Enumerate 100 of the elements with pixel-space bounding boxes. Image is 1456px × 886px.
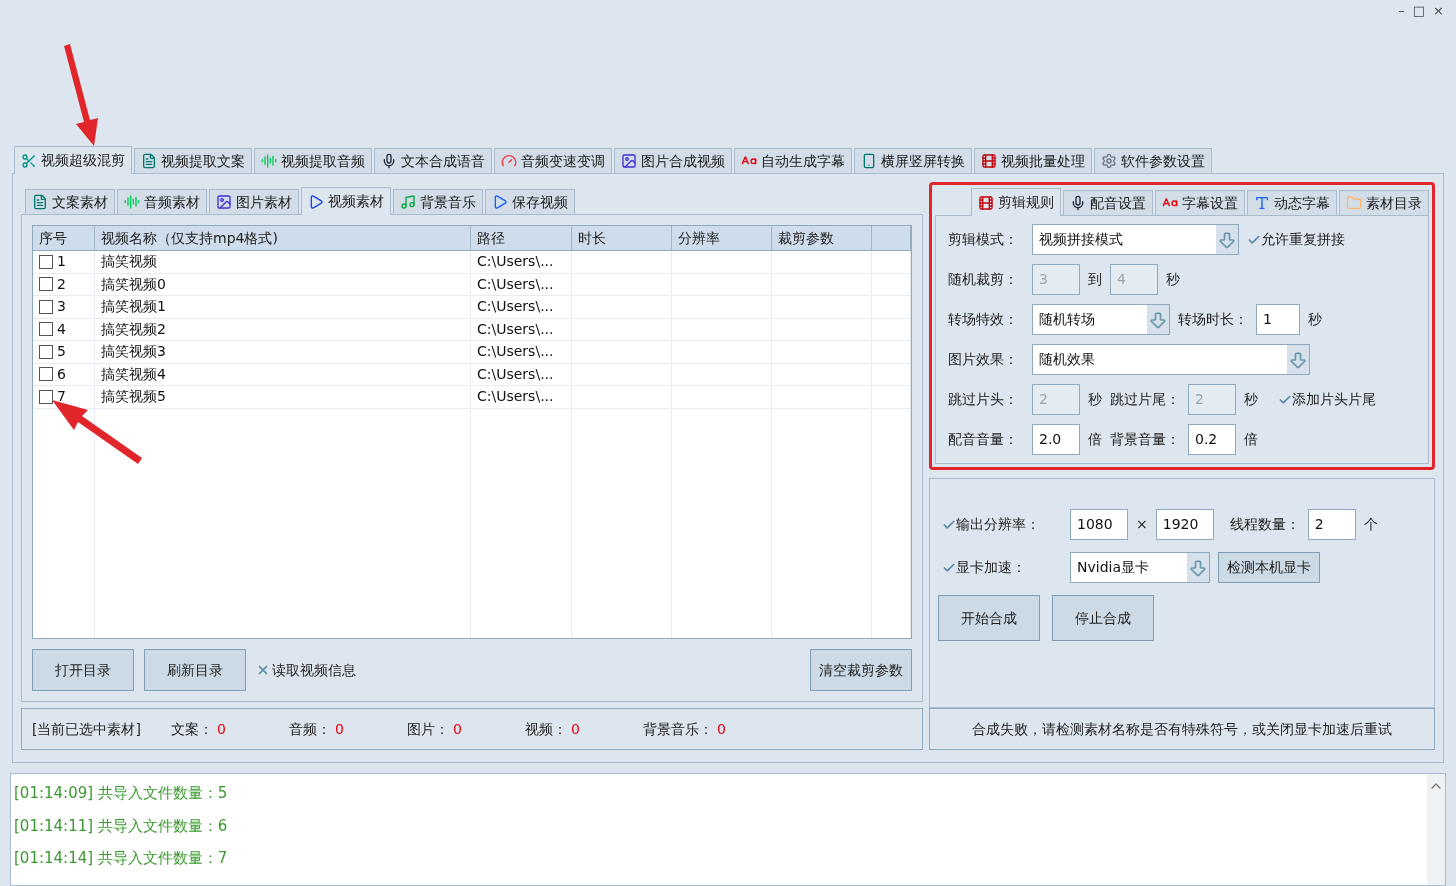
table-cell: 搞笑视频 [95, 251, 471, 273]
tab[interactable]: 动态字幕 [1247, 190, 1337, 215]
input-field[interactable]: 1 [1256, 304, 1300, 335]
button[interactable]: 停止合成 [1052, 595, 1154, 641]
tab[interactable]: 视频超级混剪 [14, 146, 132, 174]
table-cell-text: 1 [57, 252, 66, 272]
microphone-icon [381, 153, 397, 169]
table-cell-text: 7 [57, 387, 66, 407]
tab[interactable]: 字幕设置 [1155, 190, 1245, 215]
input-field[interactable]: 1080 [1070, 509, 1128, 540]
tab[interactable]: 保存视频 [485, 189, 575, 214]
window-control[interactable]: × [1433, 4, 1444, 17]
window-control[interactable]: – [1398, 4, 1405, 17]
tab[interactable]: 剪辑规则 [971, 188, 1061, 216]
row-checkbox[interactable] [39, 389, 53, 404]
log-line: [01:14:09] 共导入文件数量：5 [14, 783, 229, 804]
window-control[interactable]: □ [1412, 4, 1426, 17]
field-label: 图片效果： [948, 350, 1019, 369]
table-cell: 搞笑视频4 [95, 363, 471, 385]
tab[interactable]: 音频素材 [117, 189, 207, 214]
summary-label: [当前已选中素材] [32, 719, 141, 739]
row-checkbox[interactable] [39, 277, 53, 292]
column-header: 分辨率 [672, 226, 772, 251]
row-checkbox[interactable] [39, 344, 53, 359]
dropdown[interactable]: 随机转场 [1032, 304, 1170, 335]
field-label: 允许重复拼接 [1261, 230, 1345, 249]
tab[interactable]: 图片合成视频 [614, 148, 732, 173]
tab[interactable]: 软件参数设置 [1094, 148, 1212, 173]
image-icon [621, 153, 637, 169]
count-value: 0 [716, 719, 726, 739]
field-label: 线程数量： [1229, 515, 1300, 534]
input-field[interactable]: 2.0 [1032, 424, 1080, 455]
waveform-icon [261, 153, 277, 169]
count-label: 音频： [288, 719, 331, 739]
tab[interactable]: 自动生成字幕 [734, 148, 852, 173]
field-label: 剪辑模式： [948, 230, 1019, 249]
field-label: 显卡加速： [956, 558, 1026, 577]
button[interactable]: 开始合成 [938, 595, 1040, 641]
gauge-icon [501, 153, 517, 169]
table-cell: C:\Users\... [471, 386, 572, 408]
field-label: 输出分辨率： [956, 515, 1040, 534]
field-label: 添加片头片尾 [1292, 390, 1376, 409]
dropdown[interactable]: Nvidia显卡 [1070, 552, 1210, 583]
table-cell-text: 4 [57, 319, 66, 339]
tab[interactable]: 视频批量处理 [974, 148, 1092, 173]
input-field[interactable]: 2 [1307, 509, 1356, 540]
cross-icon[interactable] [256, 663, 270, 677]
field-label: 秒 [1166, 270, 1180, 289]
tab[interactable]: 文案素材 [25, 189, 115, 214]
tab[interactable]: 素材目录 [1339, 190, 1429, 215]
column-header: 序号 [33, 226, 95, 251]
table-cell: 搞笑视频3 [95, 341, 471, 363]
field-label: 跳过片头： [948, 390, 1019, 409]
button[interactable]: 检测本机显卡 [1218, 552, 1320, 583]
tab[interactable]: 视频提取文案 [134, 148, 252, 173]
field-label: 配音音量： [948, 430, 1019, 449]
count-value: 0 [216, 719, 226, 739]
row-checkbox[interactable] [39, 254, 53, 269]
tab[interactable]: 文本合成语音 [374, 148, 492, 173]
count-value: 0 [452, 719, 462, 739]
row-checkbox[interactable] [39, 299, 53, 314]
tab[interactable]: 横屏竖屏转换 [854, 148, 972, 173]
film-icon [981, 153, 997, 169]
table-cell: C:\Users\... [471, 341, 572, 363]
status-message: 合成失败，请检测素材名称是否有特殊符号，或关闭显卡加速后重试 [929, 708, 1435, 750]
table-cell: 搞笑视频2 [95, 318, 471, 340]
field-label: 秒 [1088, 390, 1102, 409]
tab[interactable]: 图片素材 [209, 189, 299, 214]
table-cell: C:\Users\... [471, 363, 572, 385]
tab[interactable]: 音频变速变调 [494, 148, 612, 173]
row-checkbox[interactable] [39, 322, 53, 337]
field-label: 跳过片尾： [1110, 390, 1180, 409]
input-field[interactable]: 1920 [1155, 509, 1214, 540]
tab[interactable]: 配音设置 [1063, 190, 1153, 215]
field-label: 到 [1088, 270, 1102, 289]
button[interactable]: 清空裁剪参数 [810, 649, 912, 691]
document-icon [32, 194, 48, 210]
field-label: 倍 [1088, 430, 1102, 449]
dropdown[interactable]: 随机效果 [1032, 344, 1310, 375]
button[interactable]: 打开目录 [32, 649, 134, 691]
input-field[interactable]: 0.2 [1188, 424, 1236, 455]
dropdown[interactable]: 视频拼接模式 [1032, 224, 1239, 255]
table-cell-text: 2 [57, 274, 66, 294]
tab[interactable]: 视频素材 [301, 187, 391, 215]
button[interactable]: 刷新目录 [144, 649, 246, 691]
scissors-icon [21, 152, 37, 169]
field-label: 秒 [1308, 310, 1322, 329]
column-header: 视频名称（仅支持mp4格式) [95, 226, 471, 251]
table-cell-text: 6 [57, 364, 66, 384]
field-label: 个 [1363, 515, 1378, 534]
field-label: × [1136, 515, 1148, 534]
table-cell-text: 5 [57, 342, 66, 362]
film-icon [978, 194, 994, 211]
column-header: 路径 [471, 226, 572, 251]
field-label: 转场时长： [1178, 310, 1248, 329]
folder-icon [1346, 195, 1362, 211]
tab[interactable]: 视频提取音频 [254, 148, 372, 173]
tab[interactable]: 背景音乐 [393, 189, 483, 214]
row-checkbox[interactable] [39, 367, 53, 382]
table-cell: 搞笑视频5 [95, 386, 471, 408]
